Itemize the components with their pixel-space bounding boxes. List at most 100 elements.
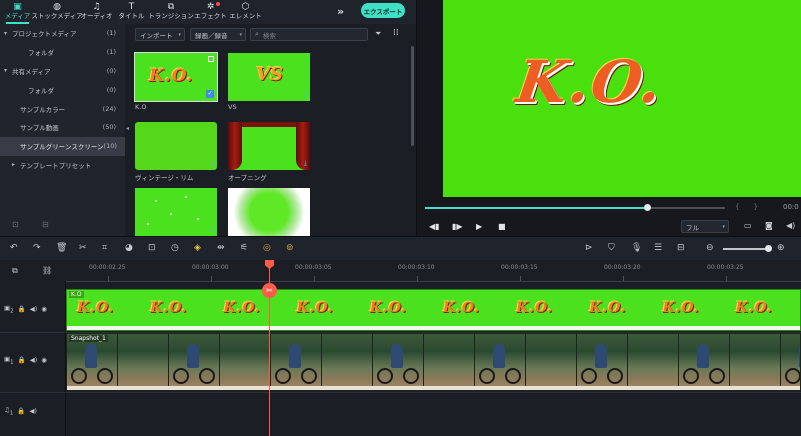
prev-frame-icon[interactable]: ◀▮ — [429, 222, 440, 231]
clip-snapshot[interactable]: Snapshot_1 — [66, 333, 801, 391]
eye-icon[interactable]: ◉ — [41, 305, 47, 313]
play-pause-icon[interactable]: ▮▶ — [452, 222, 463, 231]
voiceover-icon[interactable]: ☰ — [654, 243, 662, 253]
tree-item-sample-colors[interactable]: サンプルカラー (24) — [0, 99, 125, 118]
split-scissors-icon[interactable]: ✂ — [262, 283, 277, 298]
adjust-icon[interactable]: ⚟ — [240, 243, 248, 253]
eye-icon[interactable]: ◉ — [41, 356, 47, 364]
corner-icon — [208, 56, 214, 62]
add-track-icon[interactable]: ⧉ — [12, 266, 18, 276]
tab-transitions[interactable]: ⧉ トランジション — [148, 0, 194, 24]
cut-icon[interactable]: ✂ — [79, 243, 87, 253]
expand-arrow-icon[interactable]: ▾ — [4, 30, 12, 37]
thumbnail-burst[interactable] — [228, 188, 310, 236]
expand-arrow-icon[interactable]: ▾ — [4, 67, 12, 74]
more-tabs-button[interactable]: » — [337, 5, 344, 18]
motion-track-icon[interactable]: ◎ — [263, 243, 271, 253]
monitor-icon[interactable]: ▭ — [744, 221, 752, 230]
crop-icon[interactable]: ⌗ — [102, 243, 107, 253]
tree-item-folder[interactable]: フォルダ (1) — [0, 43, 125, 62]
tab-media[interactable]: ▣ メディア — [0, 0, 35, 24]
scrollbar[interactable] — [411, 46, 414, 146]
snapshot-icon[interactable]: ◙ — [765, 221, 773, 230]
auto-reframe-icon[interactable]: ⊚ — [286, 243, 294, 253]
green-screen-icon[interactable]: ⊡ — [148, 243, 156, 253]
tree-item-shared-media[interactable]: ▾ 共有メディア (0) — [0, 62, 125, 81]
quality-dropdown[interactable]: フル ▾ — [681, 220, 729, 233]
lock-icon[interactable]: 🔒 — [17, 407, 25, 415]
zoom-slider[interactable] — [723, 248, 769, 250]
mute-icon[interactable]: ◀) — [29, 407, 37, 415]
expand-arrow-icon[interactable]: ▸ — [12, 161, 20, 168]
clip-title: Snapshot_1 — [69, 335, 108, 342]
thumbnail-ko[interactable]: K.O. ✓ — [134, 52, 218, 102]
tree-item-sample-green-screen[interactable]: サンプルグリーンスクリーン (10) — [0, 136, 125, 156]
download-icon[interactable]: ⤓ — [304, 159, 307, 167]
checkmark-icon[interactable]: ✓ — [206, 90, 214, 98]
color-icon[interactable]: ◕ — [125, 243, 133, 253]
thumbnail-sparkle[interactable]: ⤓ — [135, 188, 217, 236]
collapse-panel-icon[interactable]: ◂ — [126, 125, 129, 132]
tick-label: 00:00:03:20 — [604, 264, 641, 271]
tree-item-sample-videos[interactable]: サンプル動画 (50) — [0, 118, 125, 137]
speed-icon[interactable]: ◷ — [171, 243, 179, 253]
mute-icon[interactable]: ◀) — [30, 305, 38, 313]
delete-icon[interactable]: 🗑 — [56, 243, 67, 253]
download-icon[interactable]: ⤓ — [211, 225, 214, 233]
download-icon[interactable]: ⤓ — [211, 159, 214, 167]
search-input[interactable]: ⌕ 検索 — [250, 28, 368, 41]
thumbnail-vintage-rim[interactable]: ⤓ — [135, 122, 217, 170]
tree-item-project-media[interactable]: ▾ プロジェクトメディア (1) — [0, 24, 125, 43]
tree-item-template-presets[interactable]: ▸ テンプレートプリセット — [0, 156, 125, 175]
record-dropdown[interactable]: 録画／録音 ▾ — [190, 28, 246, 41]
thumbnail-opening[interactable]: ⤓ — [228, 122, 310, 170]
stop-icon[interactable]: ■ — [498, 222, 506, 231]
lock-icon[interactable]: 🔒 — [18, 356, 26, 364]
tick-mark — [417, 276, 418, 281]
lock-icon[interactable]: 🔒 — [18, 305, 26, 313]
export-button[interactable]: エクスポート — [361, 3, 405, 18]
zoom-out-icon[interactable]: ⊖ — [706, 243, 714, 253]
link-icon[interactable]: ⛓ — [42, 266, 52, 276]
chevron-down-icon: ▾ — [722, 223, 725, 230]
tab-effects[interactable]: ✲ エフェクト — [193, 0, 228, 24]
tab-elements[interactable]: ⬡ エレメント — [228, 0, 263, 24]
download-icon[interactable]: ⤓ — [304, 90, 307, 98]
preview-canvas[interactable]: K.O. — [443, 0, 801, 197]
play-icon[interactable]: ▶ — [476, 222, 482, 231]
tab-titles-label: タイトル — [118, 12, 145, 20]
zoom-slider-knob[interactable] — [765, 245, 772, 252]
tab-stock-media[interactable]: ◍ ストックメディア — [31, 0, 82, 24]
audio-icon: ♫ — [92, 2, 101, 12]
volume-icon[interactable]: ◀) — [786, 221, 795, 230]
snapshot-frame-icon[interactable]: ⊟ — [677, 243, 685, 253]
new-folder-icon[interactable]: ⊡ — [12, 220, 19, 229]
marker-icon[interactable]: ⛉ — [608, 243, 615, 253]
render-icon[interactable]: ⊳ — [585, 243, 593, 253]
keyframe-icon[interactable]: ◈ — [194, 243, 201, 253]
zoom-in-icon[interactable]: ⊕ — [777, 243, 785, 253]
audio-mixer-icon[interactable]: ⇹ — [217, 243, 225, 253]
progress-knob[interactable] — [644, 204, 651, 211]
tick-label: 00:00:03:15 — [501, 264, 538, 271]
folder-icon[interactable]: ⊟ — [42, 220, 49, 229]
import-dropdown[interactable]: インポート ▾ — [135, 28, 185, 41]
microphone-icon[interactable]: 🎙 — [631, 243, 642, 253]
tree-item-label: フォルダ — [28, 86, 54, 95]
clip-frame — [373, 334, 424, 390]
filter-icon[interactable]: ⏷ — [375, 29, 381, 39]
mute-icon[interactable]: ◀) — [30, 356, 38, 364]
tab-titles[interactable]: T タイトル — [114, 0, 149, 24]
redo-icon[interactable]: ↷ — [33, 243, 41, 253]
tree-item-shared-folder[interactable]: フォルダ (0) — [0, 80, 125, 99]
playback-progress[interactable] — [425, 204, 725, 211]
mark-brackets[interactable]: { } — [735, 203, 764, 211]
tree-item-count: (24) — [102, 104, 116, 113]
thumbnail-vs[interactable]: VS ⤓ — [228, 53, 310, 101]
undo-icon[interactable]: ↶ — [10, 243, 18, 253]
grid-view-icon[interactable]: ⁞⁞ — [393, 28, 399, 38]
thumb-caption: ヴィンテージ・リム — [135, 174, 194, 182]
clip-ko[interactable]: K.O K.O. K.O. K.O. K.O. K.O. K.O. K.O. K… — [66, 289, 801, 331]
tree-item-count: (10) — [103, 142, 117, 151]
tab-audio[interactable]: ♫ オーディオ — [79, 0, 114, 24]
